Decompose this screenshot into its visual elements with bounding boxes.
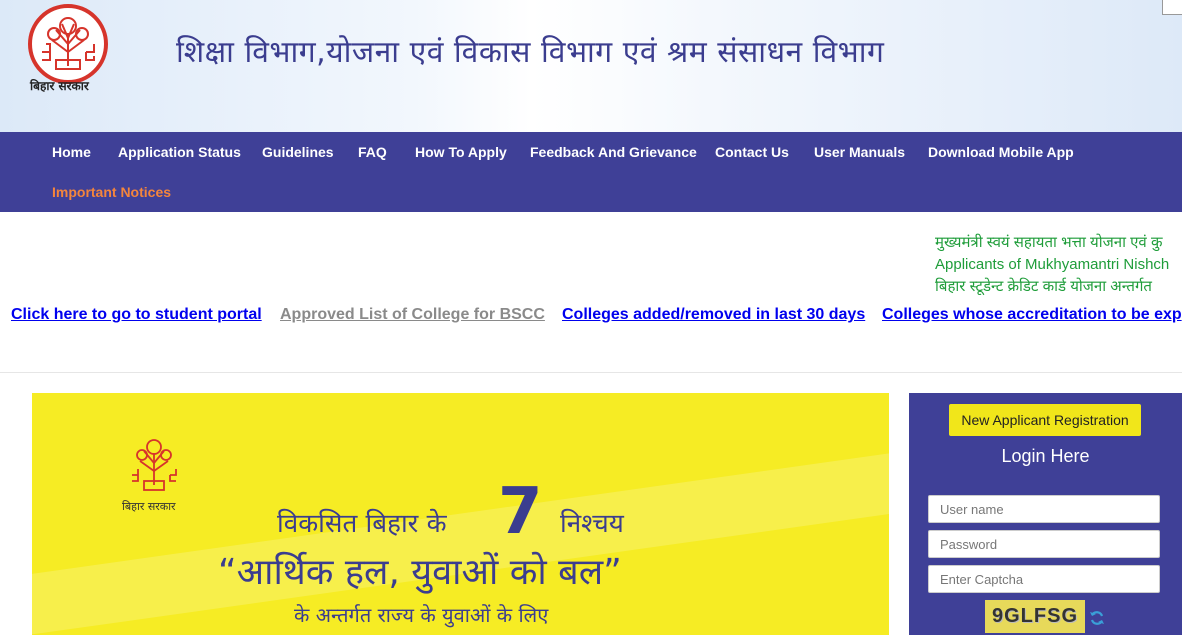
nav-how-to-apply[interactable]: How To Apply (415, 144, 507, 160)
nav-contact-us[interactable]: Contact Us (715, 144, 789, 160)
quick-links-bar: Click here to go to student portal Appro… (0, 306, 1182, 328)
banner-slogan: “आर्थिक हल, युवाओं को बल” (218, 552, 622, 593)
announcement-marquee: मुख्यमंत्री स्वयं सहायता भत्ता योजना एवं… (935, 232, 1169, 298)
approved-college-list-link[interactable]: Approved List of College for BSCC (280, 306, 545, 324)
username-input[interactable] (928, 495, 1160, 523)
student-portal-link[interactable]: Click here to go to student portal (11, 306, 262, 324)
banner-subtext: के अन्तर्गत राज्य के युवाओं के लिए (294, 603, 549, 627)
nav-feedback-grievance[interactable]: Feedback And Grievance (530, 144, 697, 160)
password-input[interactable] (928, 530, 1160, 558)
marquee-item[interactable]: Applicants of Mukhyamantri Nishch (935, 254, 1169, 276)
divider (0, 372, 1182, 373)
refresh-captcha-icon[interactable] (1089, 610, 1105, 626)
banner-line1-pre: विकसित बिहार के (277, 509, 447, 539)
promo-banner: बिहार सरकार विकसित बिहार के 7 निश्चय “आर… (32, 393, 889, 635)
logo-caption: बिहार सरकार (30, 79, 89, 93)
captcha-input[interactable] (928, 565, 1160, 593)
nav-download-mobile-app[interactable]: Download Mobile App (928, 144, 1074, 160)
banner-logo-caption: बिहार सरकार (122, 500, 176, 513)
marquee-item[interactable]: मुख्यमंत्री स्वयं सहायता भत्ता योजना एवं… (935, 232, 1169, 254)
captcha-image: 9GLFSG (985, 600, 1085, 633)
banner-line1-post: निश्चय (560, 509, 624, 539)
site-header: बिहार सरकार शिक्षा विभाग,योजना एवं विकास… (0, 0, 1182, 132)
login-panel: New Applicant Registration Login Here 9G… (909, 393, 1182, 635)
main-navigation: Home Application Status Guidelines FAQ H… (0, 132, 1182, 212)
marquee-item[interactable]: बिहार स्टूडेन्ट क्रेडिट कार्ड योजना अन्त… (935, 276, 1169, 298)
bihar-emblem-small-icon (132, 439, 177, 491)
banner-number: 7 (498, 475, 543, 549)
nav-home[interactable]: Home (52, 144, 91, 160)
colleges-added-removed-link[interactable]: Colleges added/removed in last 30 days (562, 306, 865, 324)
nav-faq[interactable]: FAQ (358, 144, 387, 160)
login-heading: Login Here (1001, 446, 1090, 466)
nav-application-status[interactable]: Application Status (118, 144, 241, 160)
new-applicant-registration-button[interactable]: New Applicant Registration (949, 404, 1141, 436)
nav-guidelines[interactable]: Guidelines (262, 144, 334, 160)
colleges-accreditation-link[interactable]: Colleges whose accreditation to be exp (882, 306, 1182, 324)
department-title: शिक्षा विभाग,योजना एवं विकास विभाग एवं श… (176, 35, 885, 70)
nav-important-notices[interactable]: Important Notices (52, 184, 171, 200)
broken-image-icon (1162, 0, 1182, 15)
nav-user-manuals[interactable]: User Manuals (814, 144, 905, 160)
